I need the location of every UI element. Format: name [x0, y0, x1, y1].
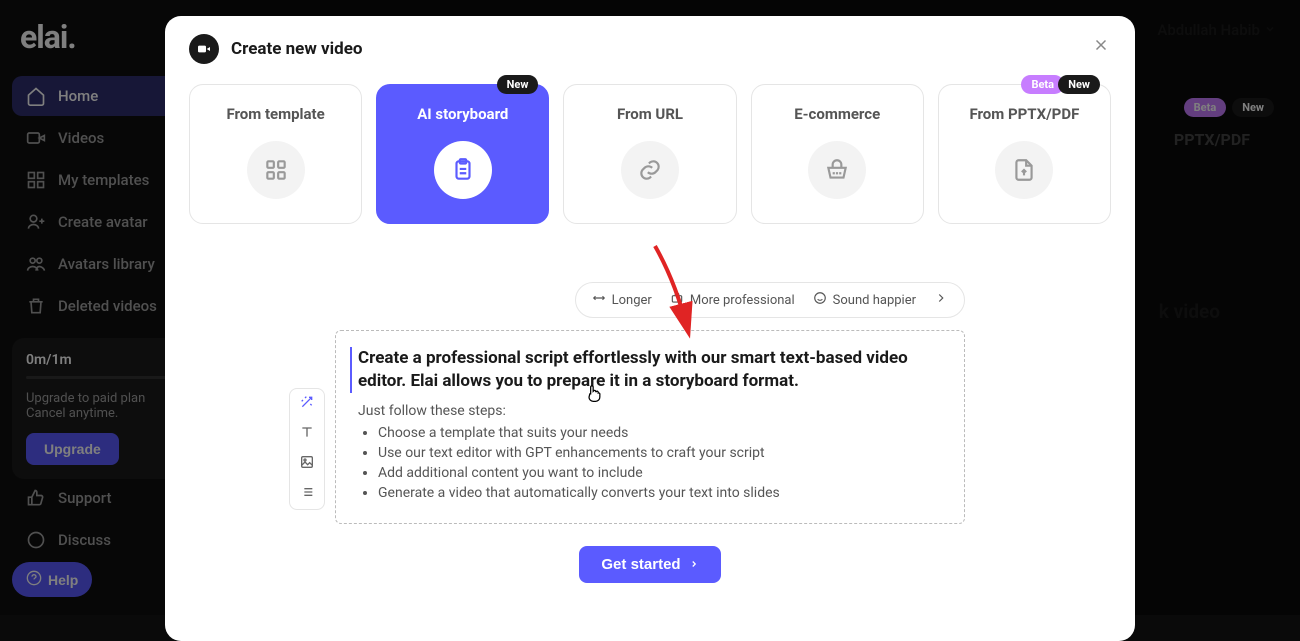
script-textarea[interactable]: Create a professional script effortlessl…: [335, 330, 965, 524]
badge-new: New: [1058, 75, 1100, 94]
option-from-url[interactable]: From URL: [563, 84, 736, 224]
badge-new: New: [497, 75, 539, 94]
option-label: From URL: [574, 105, 725, 123]
file-upload-icon: [995, 141, 1053, 199]
list-item: Choose a template that suits your needs: [378, 425, 942, 441]
enhancement-pills: Longer More professional Sound happier: [575, 282, 965, 318]
editor-panel: Longer More professional Sound happier: [305, 254, 995, 601]
option-label: From template: [200, 105, 351, 123]
script-steps-list: Choose a template that suits your needs …: [358, 425, 942, 501]
modal-overlay[interactable]: Create new video From template New AI st…: [0, 0, 1300, 615]
side-tools: [289, 388, 325, 510]
image-icon: [299, 454, 315, 474]
grid-icon: [247, 141, 305, 199]
tool-magic[interactable]: [290, 389, 324, 419]
list-icon: [299, 484, 315, 504]
get-started-button[interactable]: Get started: [579, 546, 720, 583]
script-subheading: Just follow these steps:: [358, 403, 942, 419]
tool-text[interactable]: [290, 419, 324, 449]
pill-label: More professional: [690, 293, 795, 308]
tool-image[interactable]: [290, 449, 324, 479]
list-item: Add additional content you want to inclu…: [378, 465, 942, 481]
chevron-right-icon: [689, 556, 699, 573]
pill-happier[interactable]: Sound happier: [813, 291, 916, 309]
list-item: Generate a video that automatically conv…: [378, 485, 942, 501]
option-from-template[interactable]: From template: [189, 84, 362, 224]
video-camera-icon: [189, 34, 219, 64]
basket-icon: [808, 141, 866, 199]
list-item: Use our text editor with GPT enhancement…: [378, 445, 942, 461]
arrows-horizontal-icon: [592, 291, 606, 309]
option-ecommerce[interactable]: E-commerce: [751, 84, 924, 224]
option-label: E-commerce: [762, 105, 913, 123]
pill-professional[interactable]: More professional: [670, 291, 795, 309]
pill-longer[interactable]: Longer: [592, 291, 652, 309]
option-label: From PPTX/PDF: [949, 105, 1100, 123]
cta-label: Get started: [601, 556, 680, 573]
smile-icon: [813, 291, 827, 309]
option-ai-storyboard[interactable]: New AI storyboard: [376, 84, 549, 224]
option-from-pptx[interactable]: Beta New From PPTX/PDF: [938, 84, 1111, 224]
text-icon: [299, 424, 315, 444]
magic-wand-icon: [299, 394, 315, 414]
script-heading: Create a professional script effortlessl…: [350, 347, 942, 393]
briefcase-icon: [670, 291, 684, 309]
pill-label: Longer: [612, 293, 652, 308]
clipboard-icon: [434, 141, 492, 199]
pill-label: Sound happier: [833, 293, 916, 308]
pill-more[interactable]: [934, 291, 948, 309]
create-video-modal: Create new video From template New AI st…: [165, 16, 1135, 641]
close-button[interactable]: [1087, 34, 1115, 62]
modal-title: Create new video: [231, 39, 363, 59]
chevron-right-icon: [934, 291, 948, 309]
link-icon: [621, 141, 679, 199]
close-icon: [1092, 36, 1110, 60]
tool-list[interactable]: [290, 479, 324, 509]
option-label: AI storyboard: [387, 105, 538, 123]
